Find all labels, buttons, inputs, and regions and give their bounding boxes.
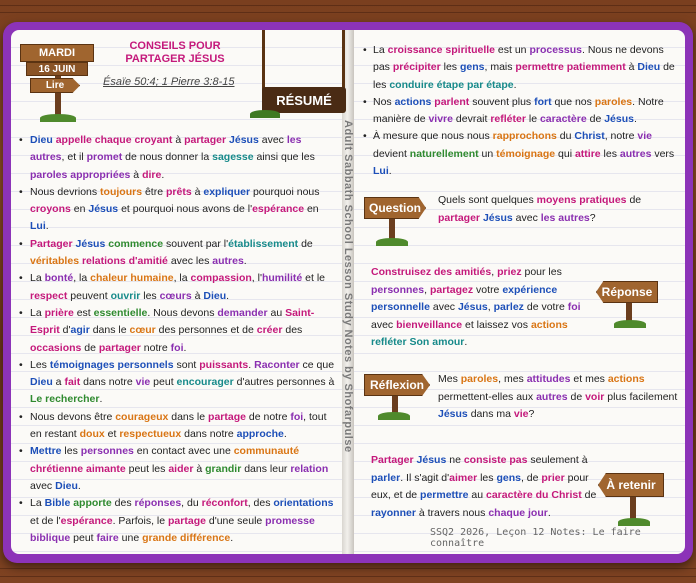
wood-grain — [0, 12, 696, 13]
list-item: La croissance spirituelle est un process… — [363, 42, 681, 94]
wood-grain — [0, 576, 696, 577]
grass — [376, 238, 408, 246]
list-item: Nous devons être courageux dans le parta… — [18, 409, 338, 444]
question-sign: Question — [364, 197, 426, 219]
list-item: Nos actions parlent souvent plus fort qu… — [363, 94, 681, 129]
question-text: Quels sont quelques moyens pratiques de … — [438, 194, 642, 224]
wood-grain — [0, 5, 696, 6]
grass — [614, 320, 646, 328]
list-item: Mettre les personnes en contact avec une… — [18, 443, 338, 495]
list-item: Partager Jésus commence souvent par l'ét… — [18, 236, 338, 271]
vertical-credit: Adult Sabbath School Lesson Study Notes … — [342, 120, 354, 453]
lesson-title-box: CONSEILS POUR PARTAGER JÉSUS — [100, 40, 250, 66]
summary-list-right: La croissance spirituelle est un process… — [363, 42, 681, 180]
footer-caption: SSQ2 2026, Leçon 12 Notes: Le faire conn… — [430, 527, 641, 549]
grass — [618, 518, 650, 526]
list-item: Dieu appelle chaque croyant à partager J… — [18, 132, 338, 184]
day-sign: MARDI — [20, 44, 94, 62]
grass — [378, 412, 410, 420]
takeaway-text: Partager Jésus ne consiste pas seulement… — [371, 454, 597, 519]
grass — [40, 114, 76, 122]
list-item: La Bible apporte des réponses, du réconf… — [18, 495, 338, 547]
list-item: Nous devrions toujours être prêts à expl… — [18, 184, 338, 236]
resume-sign: RÉSUMÉ — [262, 87, 346, 113]
list-item: À mesure que nous nous rapprochons du Ch… — [363, 128, 681, 180]
list-item: La bonté, la chaleur humaine, la compass… — [18, 270, 338, 305]
read-sign: Lire — [30, 78, 80, 93]
answer-text: Construisez des amitiés, priez pour les … — [371, 266, 581, 348]
list-item: La prière est essentielle. Nous devons d… — [18, 305, 338, 357]
reflection-text: Mes paroles, mes attitudes et mes action… — [438, 373, 678, 420]
date-sign: 16 JUIN — [26, 62, 88, 76]
scripture-references: Ésaïe 50:4; 1 Pierre 3:8-15 — [103, 76, 235, 88]
reflection-sign: Réflexion — [364, 374, 430, 396]
lesson-title: CONSEILS POUR PARTAGER JÉSUS — [125, 40, 225, 65]
resume-rope — [342, 30, 345, 92]
summary-list: Dieu appelle chaque croyant à partager J… — [18, 132, 338, 547]
resume-rope — [262, 30, 265, 92]
wood-grain — [0, 568, 696, 569]
answer-sign: Réponse — [596, 281, 658, 303]
leaves-icon — [250, 110, 280, 118]
takeaway-sign: À retenir — [598, 473, 664, 497]
list-item: Les témoignages personnels sont puissant… — [18, 357, 338, 409]
